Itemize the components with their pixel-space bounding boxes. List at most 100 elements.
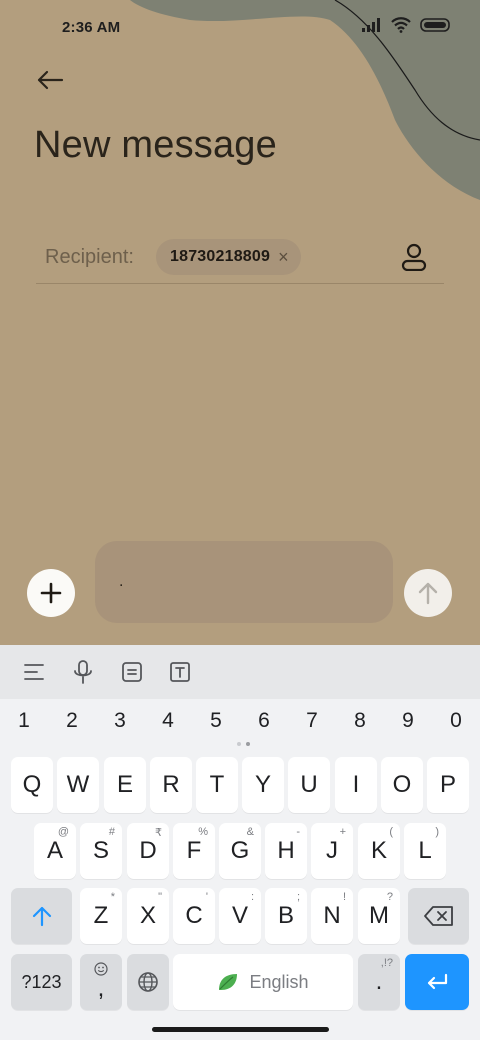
key-z[interactable]: * Z <box>80 888 122 944</box>
menu-lines-icon[interactable] <box>20 658 48 686</box>
close-icon[interactable]: × <box>278 248 289 266</box>
backspace-key[interactable] <box>408 888 469 944</box>
key-e[interactable]: E <box>104 757 146 813</box>
key-m[interactable]: ? M <box>358 888 400 944</box>
key-label: U <box>300 771 318 798</box>
key-label: W <box>66 771 90 798</box>
person-icon <box>401 243 427 271</box>
key-label: ?123 <box>21 971 62 992</box>
key-2[interactable]: 2 <box>48 709 96 733</box>
key-j[interactable]: + J <box>311 823 353 879</box>
space-key[interactable]: English <box>173 954 353 1010</box>
key-hint: ) <box>435 826 439 838</box>
key-h[interactable]: -H <box>265 823 307 879</box>
key-o[interactable]: O <box>381 757 423 813</box>
key-u[interactable]: U <box>288 757 330 813</box>
attach-button[interactable] <box>27 569 75 617</box>
clipboard-icon[interactable] <box>118 658 146 686</box>
key-a[interactable]: @ A <box>34 823 76 879</box>
key-hint: - <box>296 826 300 838</box>
comma-key[interactable]: , <box>80 954 122 1010</box>
key-label: B <box>277 902 294 929</box>
key-6[interactable]: 6 <box>240 709 288 733</box>
wifi-icon <box>391 17 411 33</box>
keyboard: 1 2 3 4 5 6 7 8 9 0 Q W E R T Y U I O P … <box>0 645 480 1040</box>
key-label: E <box>116 771 133 798</box>
enter-key[interactable] <box>405 954 469 1010</box>
key-8[interactable]: 8 <box>336 709 384 733</box>
key-label: Q <box>22 771 42 798</box>
key-9[interactable]: 9 <box>384 709 432 733</box>
key-4[interactable]: 4 <box>144 709 192 733</box>
send-button[interactable] <box>404 569 452 617</box>
key-hint: : <box>250 891 254 903</box>
key-label: T <box>209 771 225 798</box>
key-label: R <box>162 771 180 798</box>
key-hint: ' <box>205 891 208 903</box>
recipient-chip[interactable]: 18730218809 × <box>156 239 301 275</box>
message-field[interactable] <box>95 541 393 623</box>
period-key[interactable]: ,!? . <box>358 954 400 1010</box>
key-label: N <box>323 902 341 929</box>
arrow-up-icon <box>32 906 51 927</box>
key-g[interactable]: & G <box>219 823 261 879</box>
key-label: L <box>418 837 432 864</box>
key-d[interactable]: ₹ D <box>127 823 169 879</box>
key-label: H <box>277 837 295 864</box>
key-y[interactable]: Y <box>242 757 284 813</box>
key-t[interactable]: T <box>196 757 238 813</box>
key-hint: ! <box>342 891 346 903</box>
key-hint: ,!? <box>380 957 393 969</box>
key-n[interactable]: ! N <box>311 888 353 944</box>
key-hint: @ <box>57 826 69 838</box>
key-label: Z <box>93 902 109 929</box>
key-x[interactable]: " X <box>127 888 169 944</box>
smiley-icon <box>94 962 108 976</box>
messaging-app: 2:36 AM New message Recipient: 187302188… <box>0 0 480 645</box>
key-3[interactable]: 3 <box>96 709 144 733</box>
shift-key[interactable] <box>11 888 72 944</box>
home-indicator[interactable] <box>152 1027 329 1032</box>
arrow-up-icon <box>418 582 438 605</box>
key-label: O <box>392 771 412 798</box>
key-l[interactable]: ) L <box>404 823 446 879</box>
key-r[interactable]: R <box>150 757 192 813</box>
key-i[interactable]: I <box>335 757 377 813</box>
key-label: , <box>97 975 105 1002</box>
key-k[interactable]: (K <box>358 823 400 879</box>
compose-bar <box>0 540 480 630</box>
symbols-key[interactable]: ?123 <box>11 954 72 1010</box>
key-hint: " <box>158 891 162 903</box>
recipient-row: Recipient: 18730218809 × <box>36 236 444 284</box>
key-label: F <box>186 837 202 864</box>
key-0[interactable]: 0 <box>432 709 480 733</box>
key-q[interactable]: Q <box>11 757 53 813</box>
key-label: X <box>139 902 156 929</box>
microphone-icon[interactable] <box>69 658 97 686</box>
status-time: 2:36 AM <box>62 19 121 36</box>
page-indicator <box>237 742 250 746</box>
key-7[interactable]: 7 <box>288 709 336 733</box>
key-v[interactable]: :V <box>219 888 261 944</box>
contact-picker-button[interactable] <box>398 240 430 274</box>
key-b[interactable]: ; B <box>265 888 307 944</box>
key-s[interactable]: # S <box>80 823 122 879</box>
page-dot <box>237 742 241 746</box>
key-label: D <box>139 837 157 864</box>
backspace-icon <box>423 906 453 926</box>
key-f[interactable]: % F <box>173 823 215 879</box>
text-box-icon[interactable] <box>166 658 194 686</box>
key-c[interactable]: ' C <box>173 888 215 944</box>
key-label: V <box>231 902 248 929</box>
key-w[interactable]: W <box>57 757 99 813</box>
status-bar: 2:36 AM <box>0 0 480 56</box>
back-button[interactable] <box>30 62 70 98</box>
page-title: New message <box>34 124 277 166</box>
key-p[interactable]: P <box>427 757 469 813</box>
key-1[interactable]: 1 <box>0 709 48 733</box>
key-label: K <box>370 837 387 864</box>
message-input[interactable] <box>95 541 393 623</box>
key-5[interactable]: 5 <box>192 709 240 733</box>
key-hint: ; <box>296 891 300 903</box>
language-key[interactable] <box>127 954 169 1010</box>
